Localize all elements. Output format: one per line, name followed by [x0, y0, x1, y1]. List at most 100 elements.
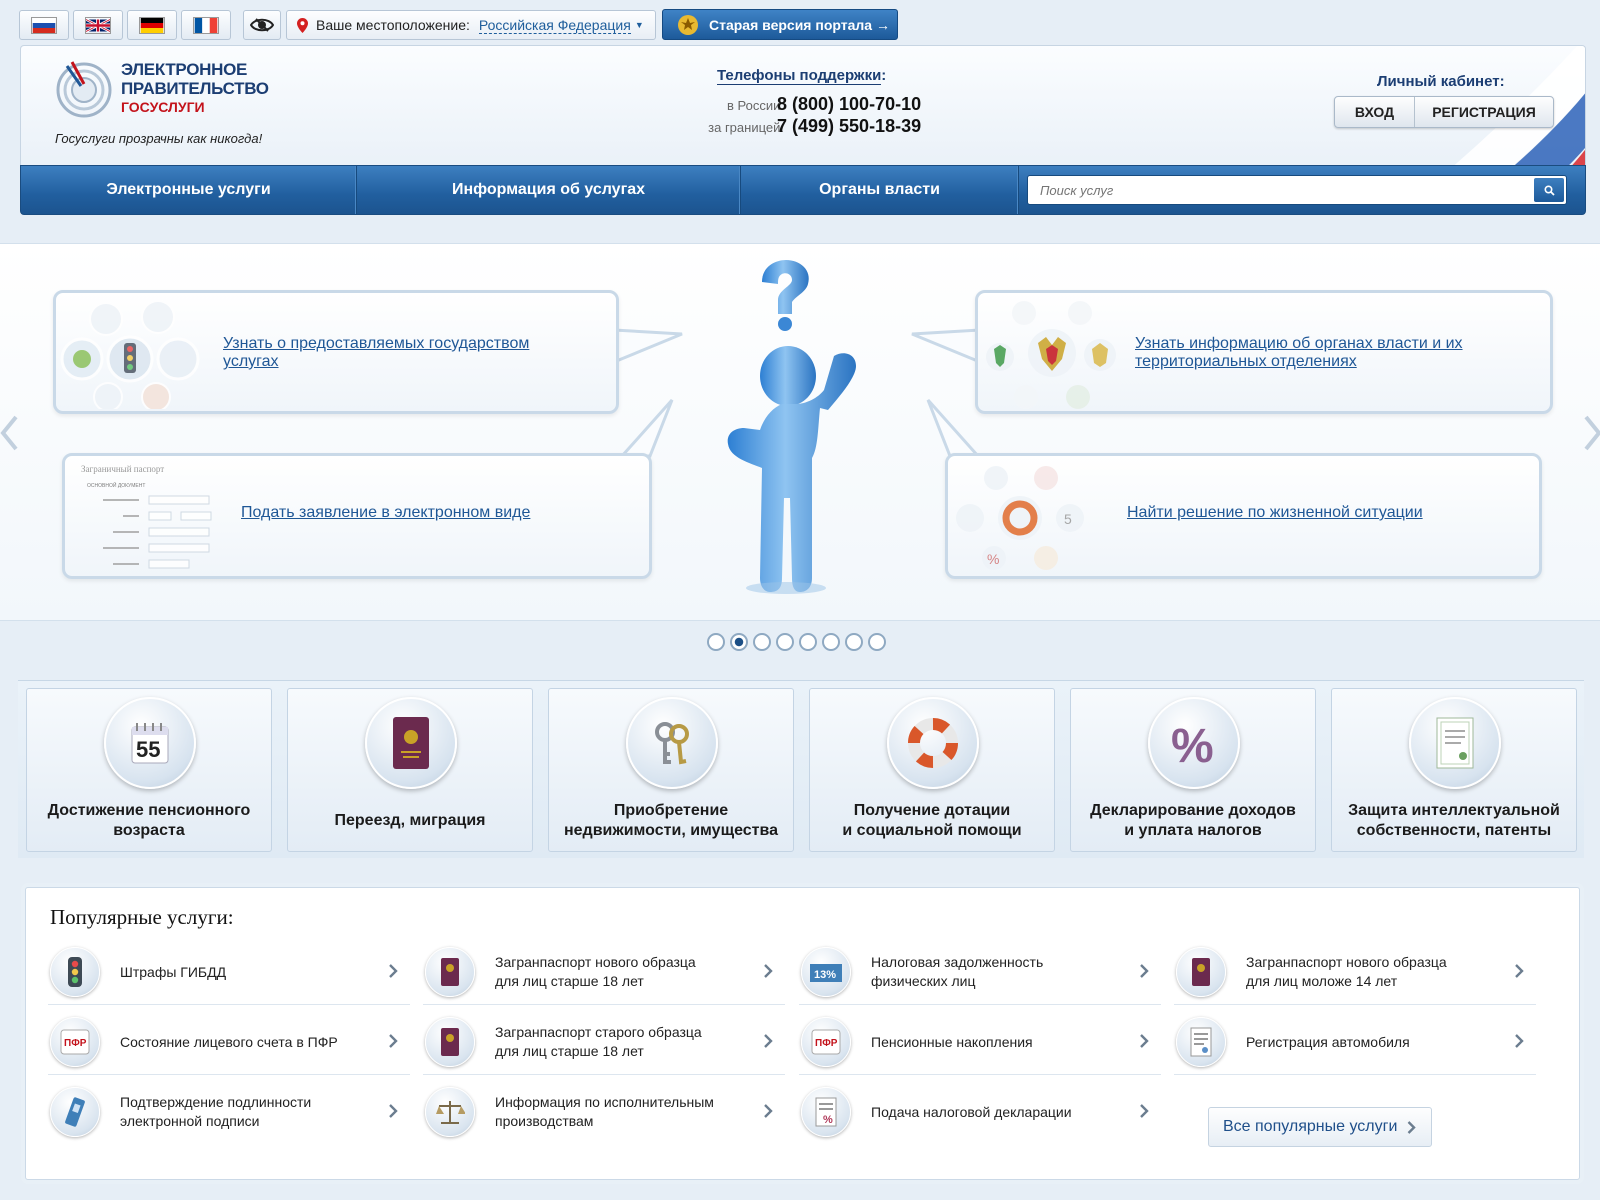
- bubble4-tail: [926, 399, 980, 458]
- category-patents[interactable]: Защита интеллектуальной собственности, п…: [1331, 688, 1577, 852]
- popular-item-label: Загранпаспорт нового образца для лиц ста…: [495, 954, 696, 989]
- popular-item-passport-new-18[interactable]: Загранпаспорт нового образца для лиц ста…: [423, 939, 785, 1005]
- bubble1-link[interactable]: Узнать о предоставляемых государством ус…: [223, 335, 543, 371]
- slide-dot-8[interactable]: [868, 633, 886, 651]
- calendar-55-icon: 55: [104, 697, 196, 789]
- bubble-authorities-info[interactable]: Узнать информацию об органах власти и их…: [975, 290, 1553, 414]
- uk-flag-icon: [85, 16, 111, 34]
- slide-dot-6[interactable]: [822, 633, 840, 651]
- chevron-right-icon: [764, 1034, 773, 1048]
- chevron-right-icon: [1515, 964, 1524, 978]
- search-box: [1027, 175, 1567, 205]
- france-flag-icon: [193, 16, 219, 34]
- slide-dot-7[interactable]: [845, 633, 863, 651]
- popular-item-passport-new-14[interactable]: Загранпаспорт нового образца для лиц мол…: [1174, 939, 1536, 1005]
- popular-item-car-registration[interactable]: Регистрация автомобиля: [1174, 1009, 1536, 1075]
- category-label: Получение дотации и социальной помощи: [842, 802, 1022, 839]
- dropdown-arrow-icon[interactable]: ▼: [635, 20, 644, 30]
- banner-next-arrow-icon[interactable]: [1582, 415, 1600, 451]
- svg-text:%: %: [987, 551, 999, 567]
- lang-ru-button[interactable]: [19, 10, 69, 40]
- bubble3-link[interactable]: Подать заявление в электронном виде: [241, 504, 581, 522]
- logo-text-line2: ПРАВИТЕЛЬСТВО: [121, 79, 269, 98]
- nav-services-info[interactable]: Информация об услугах: [357, 166, 741, 214]
- accessibility-button[interactable]: [243, 10, 281, 40]
- pfr-icon: ПФР: [801, 1017, 851, 1067]
- chevron-right-icon: [389, 1104, 398, 1118]
- bubble-services-info[interactable]: Узнать о предоставляемых государством ус…: [53, 290, 619, 414]
- lang-en-button[interactable]: [73, 10, 123, 40]
- slide-dot-4[interactable]: [776, 633, 794, 651]
- popular-item-tax-debt[interactable]: 13% Налоговая задолженность физических л…: [799, 939, 1161, 1005]
- banner-prev-arrow-icon[interactable]: [0, 415, 20, 451]
- passport-icon: [365, 697, 457, 789]
- search-button[interactable]: [1534, 178, 1564, 202]
- category-label: Декларирование доходов и уплата налогов: [1090, 802, 1296, 839]
- slogan: Госуслуги прозрачны как никогда!: [55, 131, 263, 146]
- popular-item-passport-old-18[interactable]: Загранпаспорт старого образца для лиц ст…: [423, 1009, 785, 1075]
- old-version-button[interactable]: Старая версия портала →: [662, 9, 898, 40]
- phone-russia-number: 8 (800) 100-70-10: [777, 94, 922, 114]
- svg-text:%: %: [1171, 720, 1214, 770]
- slide-dot-1[interactable]: [707, 633, 725, 651]
- all-popular-services-button[interactable]: Все популярные услуги: [1208, 1107, 1432, 1147]
- svg-text:Заграничный паспорт: Заграничный паспорт: [81, 464, 164, 474]
- bubble4-link[interactable]: Найти решение по жизненной ситуации: [1127, 504, 1467, 522]
- chevron-right-icon: [764, 964, 773, 978]
- bubble-life-situation[interactable]: 5 % Найти решение по жизненной ситуации: [945, 453, 1542, 579]
- tax-declaration-icon: %: [801, 1087, 851, 1137]
- popular-item-label: Состояние лицевого счета в ПФР: [120, 1033, 338, 1050]
- all-popular-label: Все популярные услуги: [1223, 1118, 1398, 1135]
- popular-item-label: Загранпаспорт старого образца для лиц ст…: [495, 1024, 702, 1059]
- slide-dot-3[interactable]: [753, 633, 771, 651]
- svg-text:5: 5: [1064, 511, 1072, 527]
- nav-electronic-services[interactable]: Электронные услуги: [21, 166, 357, 214]
- popular-item-pension-savings[interactable]: ПФР Пенсионные накопления: [799, 1009, 1161, 1075]
- logo-text-line1: ЭЛЕКТРОННОЕ: [121, 60, 248, 79]
- bubble-apply-online[interactable]: Заграничный паспорт ОСНОВНОЙ ДОКУМЕНТ По…: [62, 453, 652, 579]
- nav-authorities[interactable]: Органы власти: [741, 166, 1019, 214]
- gosuslugi-logo-icon[interactable]: [54, 58, 114, 118]
- popular-item-enforcement[interactable]: Информация по исполнительным производств…: [423, 1079, 785, 1145]
- site-header: ЭЛЕКТРОННОЕ ПРАВИТЕЛЬСТВО ГОСУСЛУГИ Госу…: [20, 45, 1586, 165]
- category-social-help[interactable]: Получение дотации и социальной помощи: [809, 688, 1055, 852]
- support-phones-link[interactable]: Телефоны поддержки: [717, 67, 882, 85]
- phone-russia-label: в России:: [727, 98, 784, 113]
- popular-services: Популярные услуги: Штрафы ГИБДД Загранпа…: [25, 887, 1580, 1180]
- passport-icon: [425, 947, 475, 997]
- passport-icon: [425, 1017, 475, 1067]
- banner-pagination: [707, 633, 886, 651]
- popular-item-traffic-fines[interactable]: Штрафы ГИБДД: [48, 939, 410, 1005]
- login-button[interactable]: ВХОД: [1335, 97, 1415, 127]
- old-version-label: Старая версия портала →: [709, 16, 890, 33]
- cabinet-title: Личный кабинет:: [1377, 73, 1505, 90]
- popular-item-e-signature[interactable]: Подтверждение подлинности электронной по…: [48, 1079, 410, 1145]
- popular-item-label: Загранпаспорт нового образца для лиц мол…: [1246, 954, 1447, 989]
- popular-item-label: Подача налоговой декларации: [871, 1103, 1072, 1120]
- category-migration[interactable]: Переезд, миграция: [287, 688, 533, 852]
- slide-dot-5[interactable]: [799, 633, 817, 651]
- slide-dot-2[interactable]: [730, 633, 748, 651]
- register-button[interactable]: РЕГИСТРАЦИЯ: [1415, 97, 1553, 127]
- category-pension[interactable]: 55 Достижение пенсионного возраста: [26, 688, 272, 852]
- support-phones-title: Телефоны поддержки:: [717, 67, 886, 85]
- popular-item-tax-declaration[interactable]: % Подача налоговой декларации: [799, 1079, 1161, 1145]
- popular-item-pfr-account[interactable]: ПФР Состояние лицевого счета в ПФР: [48, 1009, 410, 1075]
- location-value-link[interactable]: Российская Федерация: [478, 17, 631, 34]
- passport-icon: [1176, 947, 1226, 997]
- category-property[interactable]: Приобретение недвижимости, имущества: [548, 688, 794, 852]
- keys-icon: [626, 697, 718, 789]
- search-input[interactable]: [1028, 176, 1528, 204]
- popular-item-label: Подтверждение подлинности электронной по…: [120, 1094, 312, 1129]
- bubble2-link[interactable]: Узнать информацию об органах власти и их…: [1135, 335, 1475, 371]
- category-taxes[interactable]: % Декларирование доходов и уплата налого…: [1070, 688, 1316, 852]
- bubble1-tail: [614, 328, 683, 364]
- category-label: Переезд, миграция: [334, 812, 486, 829]
- popular-item-label: Штрафы ГИБДД: [120, 963, 227, 980]
- chevron-right-icon: [764, 1104, 773, 1118]
- russia-flag-icon: [31, 16, 57, 34]
- chevron-right-icon: [389, 1034, 398, 1048]
- lang-fr-button[interactable]: [181, 10, 231, 40]
- popular-item-label: Информация по исполнительным производств…: [495, 1094, 714, 1129]
- lang-de-button[interactable]: [127, 10, 177, 40]
